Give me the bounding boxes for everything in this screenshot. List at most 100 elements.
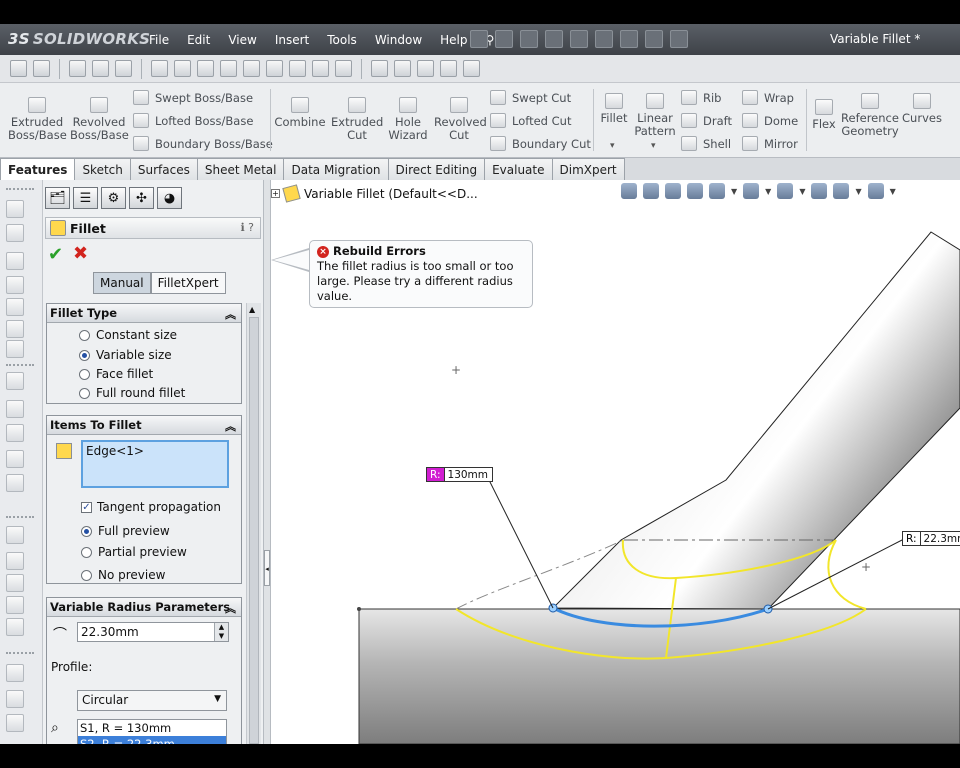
verification-icon[interactable] [440,60,457,77]
tab-sketch[interactable]: Sketch [74,158,131,180]
mirror-button[interactable]: Mirror [742,136,798,151]
save-icon[interactable] [520,30,538,48]
menu-view[interactable]: View [219,33,265,47]
draft-analysis-icon[interactable] [394,60,411,77]
face-fillet-option[interactable]: Face fillet [79,367,153,381]
zoom-to-fit-icon[interactable] [621,183,637,199]
collapse-panel-icon[interactable]: ◂ [264,550,270,586]
shell-button[interactable]: Shell [681,136,731,151]
compare-icon[interactable] [335,60,352,77]
weld-icon[interactable] [6,714,24,732]
revolved-boss-button[interactable]: Revolved Boss/Base [70,97,129,142]
tab-sheet-metal[interactable]: Sheet Metal [196,158,285,180]
tab-direct-editing[interactable]: Direct Editing [387,158,486,180]
fillet-dropdown-icon[interactable]: ▾ [610,141,615,151]
partial-preview-option[interactable]: Partial preview [81,545,187,559]
feature-tree-root[interactable]: + Variable Fillet (Default<<D... [271,184,478,203]
options-icon[interactable] [670,30,688,48]
panel-splitter[interactable]: ◂ [263,180,271,744]
collapse-icon[interactable]: ︽ [225,418,236,434]
menu-insert[interactable]: Insert [266,33,318,47]
display-style-icon[interactable] [6,224,24,242]
fillet-button[interactable]: Fillet [597,93,631,125]
lofted-boss-button[interactable]: Lofted Boss/Base [133,113,253,128]
collapse-icon[interactable]: ︽ [225,306,236,322]
profile-select[interactable]: Circular ▼ [77,690,227,711]
zoom-to-area-icon[interactable] [643,183,659,199]
feature-manager-tab-icon[interactable]: 🗂 [45,187,70,209]
display-manager-tab-icon[interactable]: ◕ [157,187,182,209]
rebuild-icon[interactable] [620,30,638,48]
list-item[interactable]: S1, R = 130mm [78,720,226,736]
undercut-icon[interactable] [417,60,434,77]
chevron-down-icon[interactable]: ▼ [799,187,805,196]
tab-features[interactable]: Features [0,158,76,180]
radio-button-selected[interactable] [79,349,90,361]
sketch-icon[interactable] [10,60,27,77]
variable-radius-heading[interactable]: Variable Radius Parameters ︽ [47,598,241,617]
tab-dimxpert[interactable]: DimXpert [551,158,625,180]
expand-icon[interactable]: + [271,189,280,198]
spinner-icon[interactable]: ▲ ▼ [214,623,228,641]
radius-callout-s1[interactable]: R: 130mm [426,467,494,482]
edge-selection-box[interactable]: Edge<1> [81,440,229,488]
radio-button[interactable] [81,569,92,581]
statistics-icon[interactable] [312,60,329,77]
select-arrow-icon[interactable] [69,60,86,77]
sensor-icon[interactable] [266,60,283,77]
measure-icon[interactable] [174,60,191,77]
chevron-down-icon[interactable]: ▼ [731,187,737,196]
cylinder-icon[interactable] [6,618,24,636]
radius-input[interactable]: 22.30mm ▲ ▼ [77,622,229,642]
view-orientation-icon[interactable] [6,200,24,218]
boundary-cut-button[interactable]: Boundary Cut [490,136,591,151]
extruded-cut-button[interactable]: Extruded Cut [331,97,383,142]
scroll-up-icon[interactable]: ▲ [249,305,255,314]
spell-check-icon[interactable] [151,60,168,77]
full-round-fillet-option[interactable]: Full round fillet [79,386,185,400]
no-preview-option[interactable]: No preview [81,568,165,582]
file-properties-icon[interactable] [645,30,663,48]
radio-button[interactable] [79,368,90,380]
instant3d-icon[interactable] [6,450,24,468]
tangent-propagation-checkbox[interactable]: ✓ Tangent propagation [81,500,221,514]
tab-surfaces[interactable]: Surfaces [129,158,198,180]
sum-icon[interactable] [289,60,306,77]
revolved-cut-button[interactable]: Revolved Cut [434,97,487,142]
camera-icon[interactable] [6,340,24,358]
drawing-icon[interactable] [6,664,24,682]
curve-icon[interactable] [6,424,24,442]
menu-edit[interactable]: Edit [178,33,219,47]
check-icon[interactable] [243,60,260,77]
smart-dimension-icon[interactable] [33,60,50,77]
sketch-line-icon[interactable] [6,526,24,544]
view-settings-icon[interactable] [867,183,884,199]
lofted-cut-button[interactable]: Lofted Cut [490,113,571,128]
apply-scene-icon[interactable] [833,183,850,199]
section-view-icon[interactable] [6,252,24,270]
wrap-button[interactable]: Wrap [742,90,794,105]
radio-button[interactable] [79,329,90,341]
extruded-boss-button[interactable]: Extruded Boss/Base [8,97,67,142]
chevron-down-icon[interactable]: ▼ [890,187,896,196]
tab-data-migration[interactable]: Data Migration [283,158,389,180]
checkbox-checked[interactable]: ✓ [81,501,92,513]
graphics-area[interactable]: + Variable Fillet (Default<<D... ▼ ▼ ▼ ▼… [271,180,960,744]
fillet-type-heading[interactable]: Fillet Type ︽ [47,304,241,323]
reference-icon[interactable] [6,400,24,418]
ok-checkmark-icon[interactable]: ✔ [48,244,63,265]
appearance-icon[interactable] [92,60,109,77]
rib-button[interactable]: Rib [681,90,722,105]
draft-button[interactable]: Draft [681,113,732,128]
previous-view-icon[interactable] [665,183,681,199]
scrollbar-thumb[interactable] [249,317,259,744]
manual-mode-button[interactable]: Manual [93,272,151,294]
configuration-manager-tab-icon[interactable]: ⚙ [101,187,126,209]
property-manager-tab-icon[interactable]: ☰ [73,187,98,209]
undo-icon[interactable] [570,30,588,48]
pattern-dropdown-icon[interactable]: ▾ [651,141,656,151]
pattern-icon[interactable] [6,372,24,390]
vertex-radius-list[interactable]: S1, R = 130mm S2, R = 22.3mm [77,719,227,745]
menu-tools[interactable]: Tools [318,33,366,47]
section-properties-icon[interactable] [220,60,237,77]
